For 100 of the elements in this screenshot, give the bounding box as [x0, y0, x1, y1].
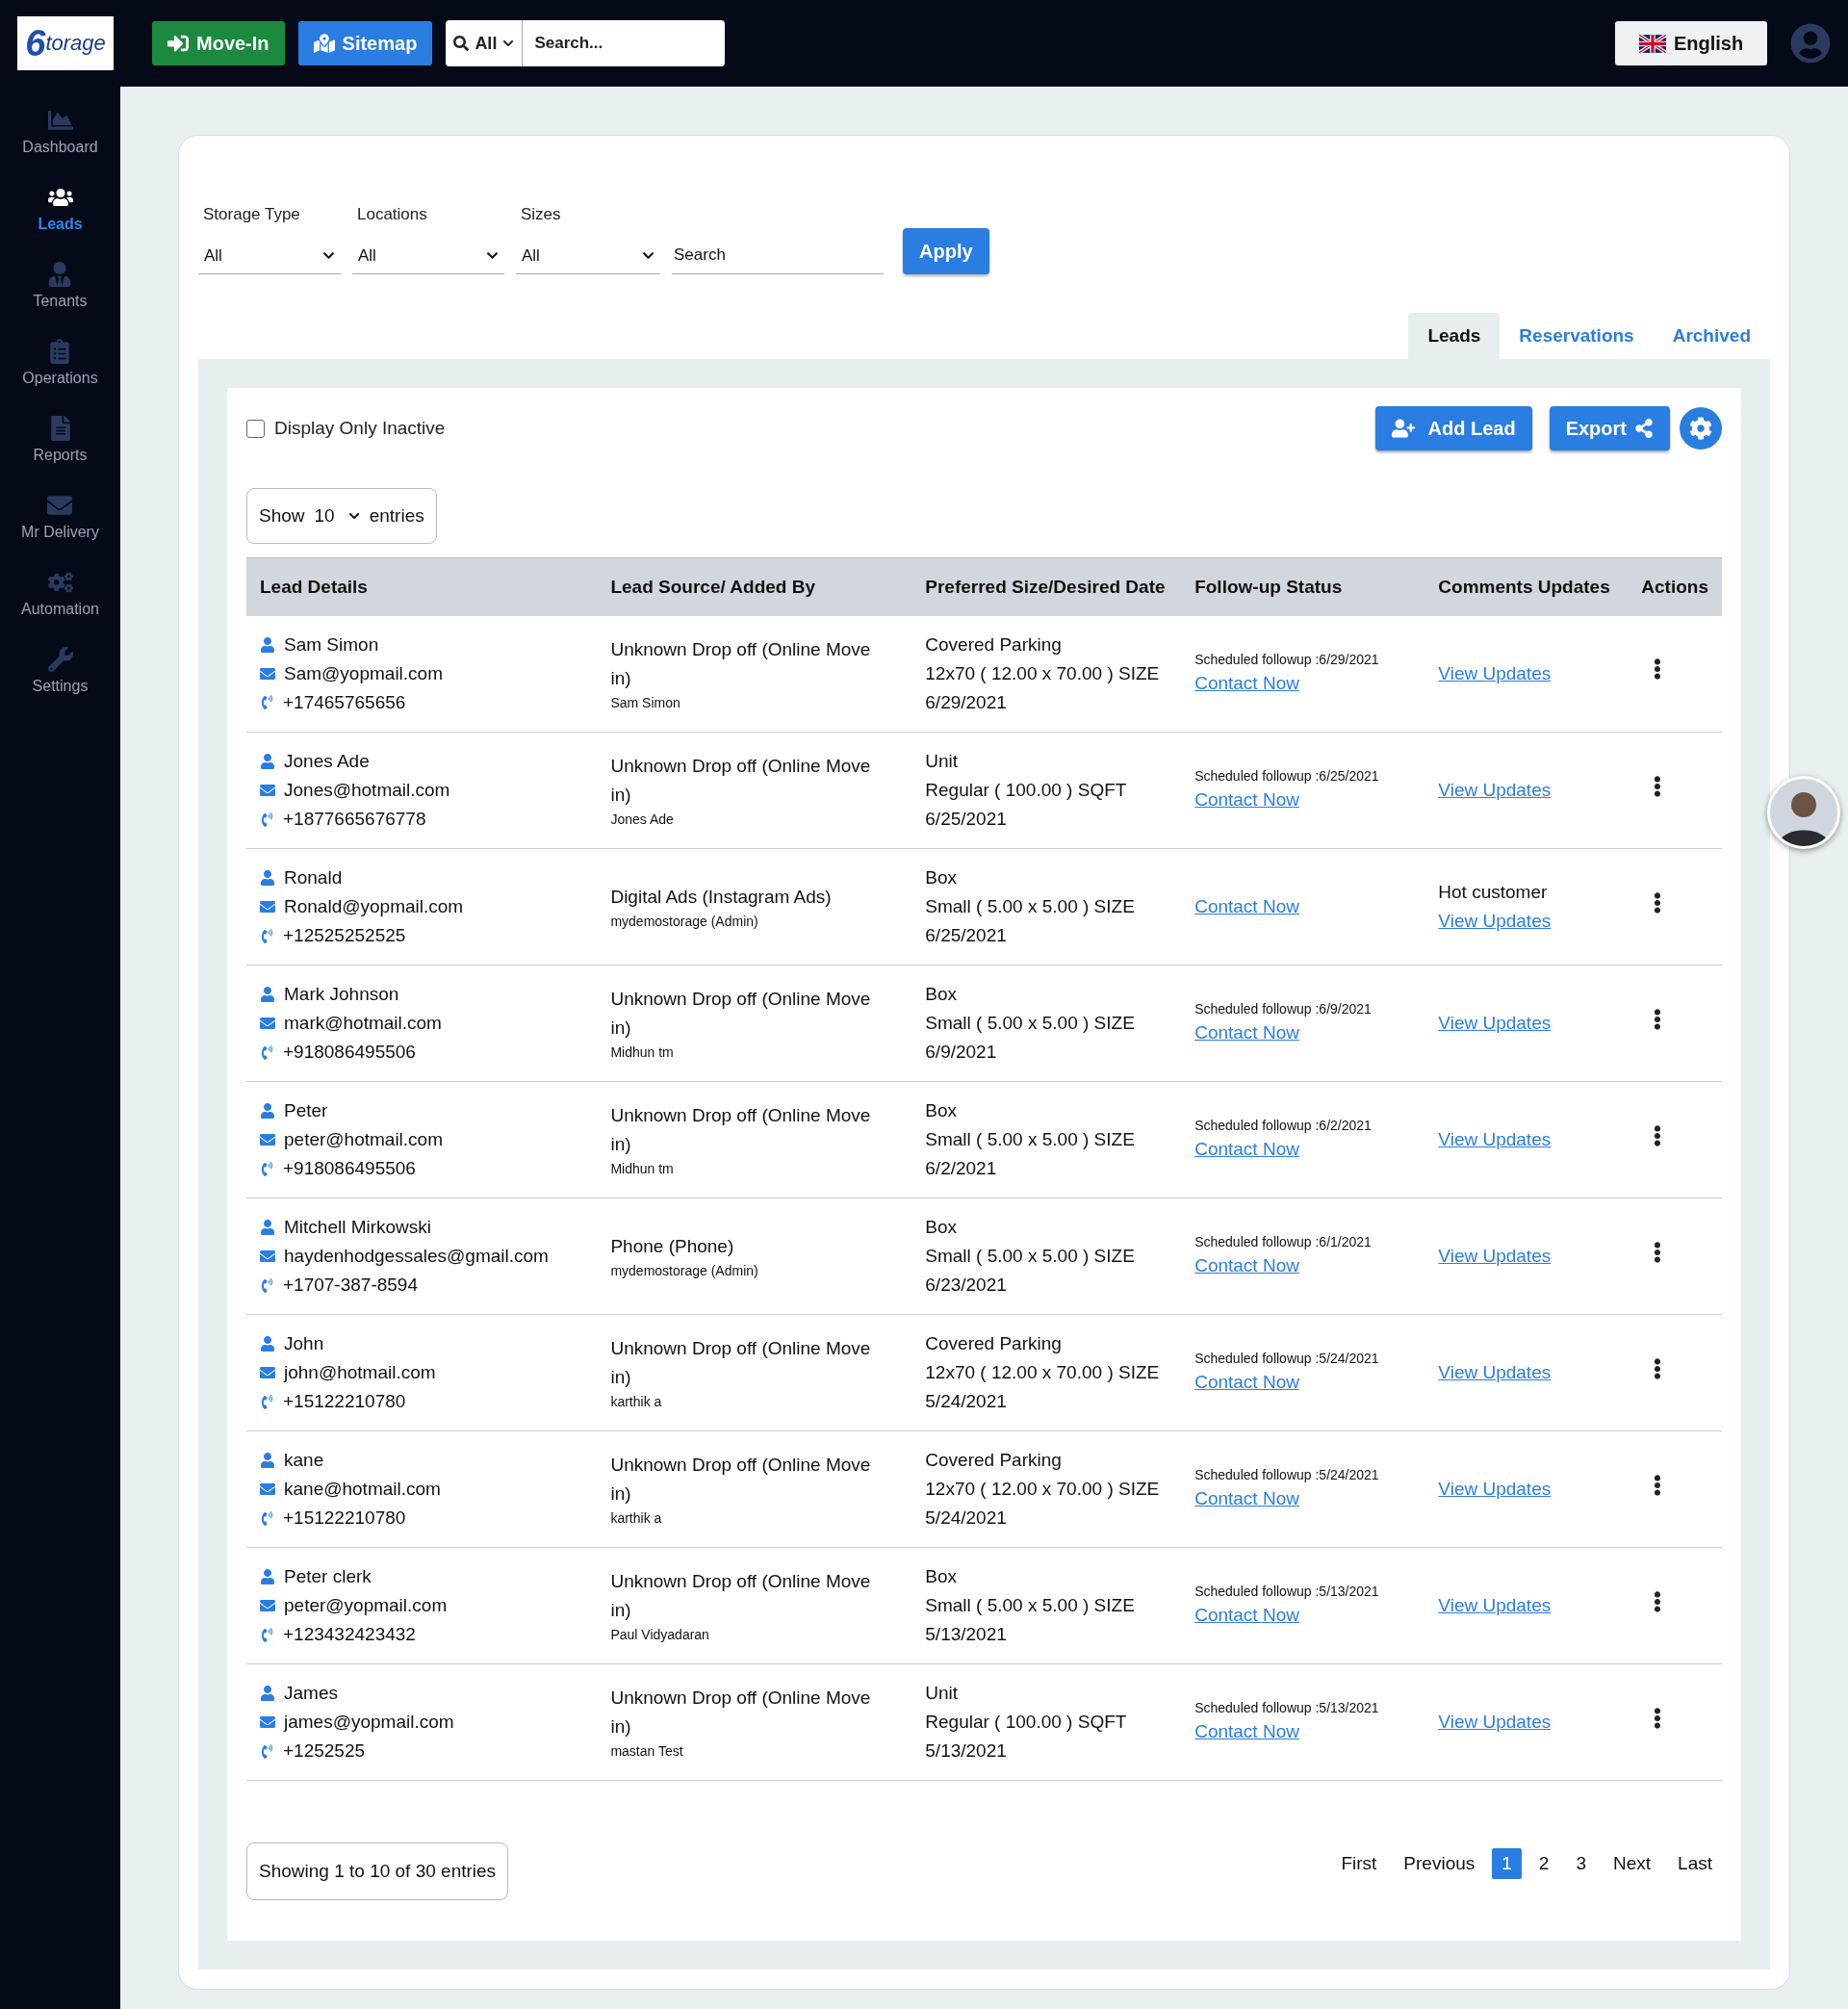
logo[interactable]: 6torage — [17, 16, 114, 70]
unit-size: Small ( 5.00 x 5.00 ) SIZE — [925, 895, 1136, 918]
chevron-down-icon — [347, 510, 360, 522]
add-lead-button[interactable]: Add Lead — [1374, 406, 1532, 451]
size-type: Covered Parking — [925, 632, 1063, 657]
view-updates-link[interactable]: View Updates — [1438, 1712, 1552, 1732]
sidebar-item[interactable]: Automation — [21, 570, 99, 618]
page-button[interactable]: Last — [1668, 1848, 1722, 1879]
user-icon — [260, 1336, 275, 1352]
view-updates-link[interactable]: View Updates — [1438, 1479, 1552, 1499]
contact-now-link[interactable]: Contact Now — [1194, 1022, 1299, 1043]
contact-now-link[interactable]: Contact Now — [1194, 789, 1299, 810]
sidebar-item[interactable]: Reports — [33, 416, 88, 464]
contact-now-link[interactable]: Contact Now — [1194, 1488, 1299, 1508]
envelope-icon — [47, 493, 73, 518]
lead-name: kane — [284, 1449, 324, 1472]
view-updates-link[interactable]: View Updates — [1438, 1013, 1552, 1033]
contact-now-link[interactable]: Contact Now — [1194, 1721, 1299, 1741]
page-button[interactable]: 1 — [1492, 1848, 1522, 1879]
lead-name: Mark Johnson — [284, 983, 399, 1006]
contact-now-link[interactable]: Contact Now — [1194, 896, 1299, 916]
filter-label: Locations — [356, 205, 428, 224]
chat-avatar[interactable] — [1767, 776, 1840, 849]
lead-source: Unknown Drop off (Online Move in) — [610, 755, 872, 807]
show-label: Show — [259, 505, 305, 527]
contact-now-link[interactable]: Contact Now — [1194, 672, 1299, 693]
move-in-button[interactable]: Move-In — [152, 21, 285, 65]
desired-date: 6/25/2021 — [925, 924, 1008, 947]
filter-select[interactable]: All — [516, 238, 660, 274]
view-updates-link[interactable]: View Updates — [1438, 1595, 1552, 1615]
view-updates-link[interactable]: View Updates — [1438, 780, 1552, 800]
apply-button[interactable]: Apply — [903, 228, 989, 274]
view-updates-link[interactable]: View Updates — [1438, 1246, 1552, 1266]
view-updates-link[interactable]: View Updates — [1438, 911, 1552, 931]
lead-email: james@yopmail.com — [284, 1711, 454, 1734]
unit-size: 12x70 ( 12.00 x 70.00 ) SIZE — [925, 661, 1161, 685]
lead-source: Unknown Drop off (Online Move in) — [610, 1104, 872, 1156]
tab[interactable]: Archived — [1653, 313, 1770, 359]
sidebar-item[interactable]: Tenants — [33, 262, 88, 310]
search-field[interactable]: Search... — [523, 20, 726, 66]
unit-size: Regular ( 100.00 ) SQFT — [925, 1711, 1128, 1734]
map-icon — [313, 33, 335, 54]
added-by: Sam Simon — [610, 693, 681, 712]
user-icon — [260, 636, 275, 653]
filter-select[interactable]: All — [198, 238, 341, 274]
sidebar-item[interactable]: Dashboard — [22, 108, 98, 156]
view-updates-link[interactable]: View Updates — [1438, 1129, 1552, 1149]
language-button[interactable]: English — [1615, 21, 1767, 65]
desired-date: 6/29/2021 — [925, 690, 1008, 714]
size-type: Box — [925, 866, 959, 889]
checkbox[interactable] — [246, 419, 265, 438]
lead-phone: +1877665676778 — [283, 808, 426, 831]
view-updates-link[interactable]: View Updates — [1438, 1362, 1552, 1382]
unit-size: 12x70 ( 12.00 x 70.00 ) SIZE — [925, 1478, 1161, 1501]
envelope-icon — [260, 1714, 275, 1730]
lead-email: Sam@yopmail.com — [284, 661, 443, 685]
contact-now-link[interactable]: Contact Now — [1194, 1139, 1299, 1159]
sidebar-item[interactable]: Leads — [38, 185, 83, 233]
settings-button[interactable] — [1680, 407, 1722, 450]
sign-in-icon — [167, 33, 189, 54]
view-updates-link[interactable]: View Updates — [1438, 662, 1552, 683]
tab[interactable]: Leads — [1408, 313, 1501, 359]
contact-now-link[interactable]: Contact Now — [1194, 1372, 1299, 1392]
unit-size: 12x70 ( 12.00 x 70.00 ) SIZE — [925, 1361, 1161, 1384]
phone-icon — [260, 1510, 274, 1526]
lead-source: Unknown Drop off (Online Move in) — [610, 1337, 872, 1389]
contact-now-link[interactable]: Contact Now — [1194, 1255, 1299, 1275]
phone-icon — [260, 1394, 274, 1409]
added-by: mydemostorage (Admin) — [610, 1262, 759, 1280]
sitemap-button[interactable]: Sitemap — [297, 21, 433, 65]
page-button[interactable]: First — [1331, 1848, 1387, 1879]
envelope-icon — [260, 1481, 275, 1497]
added-by: mastan Test — [610, 1742, 684, 1761]
lead-email: peter@yopmail.com — [284, 1594, 448, 1617]
followup-date: Scheduled followup :6/25/2021 — [1194, 767, 1380, 786]
page-button[interactable]: Previous — [1394, 1848, 1485, 1879]
unit-size: Small ( 5.00 x 5.00 ) SIZE — [925, 1012, 1136, 1035]
chevron-down-icon — [486, 249, 499, 262]
tab[interactable]: Reservations — [1500, 313, 1654, 359]
page-button[interactable]: 3 — [1566, 1848, 1596, 1879]
phone-icon — [260, 928, 274, 943]
column-header: Preferred Size/Desired Date — [911, 557, 1182, 616]
export-button[interactable]: Export — [1549, 406, 1670, 451]
desired-date: 6/9/2021 — [925, 1041, 998, 1064]
page-button[interactable]: 2 — [1528, 1848, 1559, 1879]
filter-select[interactable]: All — [352, 238, 504, 274]
sidebar-item[interactable]: Settings — [32, 647, 89, 695]
page-size-select[interactable]: 10 — [314, 505, 360, 527]
sidebar-item[interactable]: Operations — [22, 339, 98, 387]
lead-source: Unknown Drop off (Online Move in) — [610, 1687, 872, 1739]
user-icon — [260, 754, 275, 769]
sidebar-item[interactable]: Mr Delivery — [21, 493, 99, 541]
page-button[interactable]: Next — [1604, 1848, 1661, 1879]
search-scope-select[interactable]: All — [446, 20, 524, 66]
lead-email: kane@hotmail.com — [284, 1478, 441, 1501]
desired-date: 5/13/2021 — [925, 1623, 1008, 1646]
contact-now-link[interactable]: Contact Now — [1194, 1605, 1299, 1625]
lead-phone: +12525252525 — [283, 924, 406, 947]
column-header: Lead Details — [246, 557, 598, 616]
desired-date: 5/13/2021 — [925, 1739, 1008, 1763]
